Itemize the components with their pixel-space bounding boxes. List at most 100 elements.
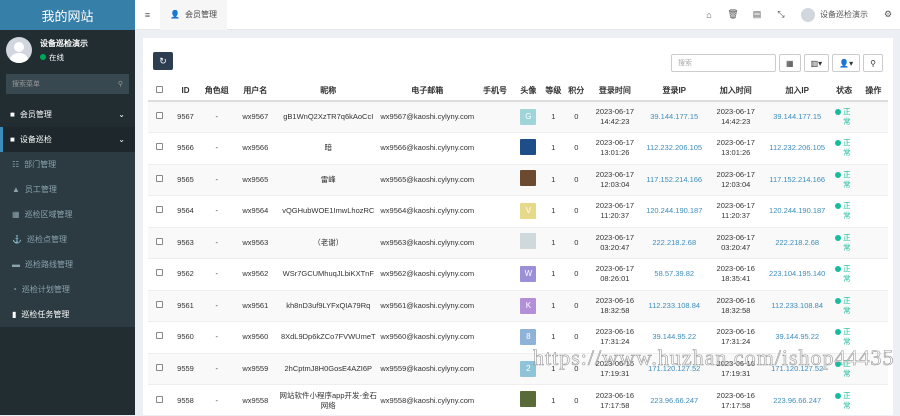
row-checkbox[interactable] bbox=[148, 227, 171, 259]
status-dot-icon bbox=[835, 140, 841, 146]
col-id[interactable]: ID bbox=[171, 81, 200, 101]
cell-operate bbox=[859, 290, 888, 322]
join-ip-link[interactable]: 117.152.214.166 bbox=[769, 175, 825, 184]
cell-email: wx9567@kaoshi.cylyny.com bbox=[379, 101, 475, 133]
export-button[interactable]: 👤▾ bbox=[832, 54, 860, 72]
cell-login-time: 2023-06-17 14:42:23 bbox=[588, 101, 642, 133]
row-checkbox[interactable] bbox=[148, 259, 171, 291]
login-ip-link[interactable]: 39.144.177.15 bbox=[650, 112, 698, 121]
select-all-checkbox[interactable] bbox=[148, 81, 171, 101]
avatar[interactable] bbox=[520, 233, 536, 249]
col-avatar: 头像 bbox=[515, 81, 542, 101]
login-ip-link[interactable]: 58.57.39.82 bbox=[654, 269, 694, 278]
join-ip-link[interactable]: 112.233.108.84 bbox=[771, 301, 823, 310]
row-checkbox[interactable] bbox=[148, 101, 171, 133]
join-ip-link[interactable]: 223.96.66.247 bbox=[773, 396, 821, 405]
cell-username: wx9565 bbox=[233, 164, 277, 196]
user-menu[interactable]: 设备巡检演示 bbox=[793, 8, 876, 22]
trash-icon[interactable]: 🗑 bbox=[721, 9, 745, 20]
cell-email: wx9565@kaoshi.cylyny.com bbox=[379, 164, 475, 196]
cell-status: 正常 bbox=[830, 133, 859, 165]
cell-join-time: 2023-06-17 12:03:04 bbox=[707, 164, 765, 196]
row-checkbox[interactable] bbox=[148, 322, 171, 354]
search-icon[interactable]: ⚲ bbox=[118, 80, 123, 88]
cell-group: - bbox=[200, 227, 233, 259]
status-dot-icon bbox=[835, 266, 841, 272]
sidebar-subitem[interactable]: ◔巡检计划管理 bbox=[0, 277, 135, 302]
row-checkbox[interactable] bbox=[148, 196, 171, 228]
avatar[interactable]: W bbox=[520, 266, 536, 282]
sidebar-item-member[interactable]: ■会员管理 ⌄ bbox=[0, 102, 135, 127]
login-ip-link[interactable]: 117.152.214.166 bbox=[646, 175, 702, 184]
col-login-time[interactable]: 登录时间 bbox=[588, 81, 642, 101]
chevron-down-icon: ⌄ bbox=[118, 135, 125, 144]
sidebar-subitem[interactable]: ▦巡检区域管理 bbox=[0, 202, 135, 227]
cell-username: wx9560 bbox=[233, 322, 277, 354]
sidebar-subitem[interactable]: ⚓巡检点管理 bbox=[0, 227, 135, 252]
menu-toggle-icon[interactable]: ≡ bbox=[135, 0, 160, 30]
avatar[interactable] bbox=[520, 170, 536, 186]
cell-avatar bbox=[515, 227, 542, 259]
row-checkbox[interactable] bbox=[148, 164, 171, 196]
fullscreen-icon[interactable]: ⤡ bbox=[769, 9, 793, 20]
avatar[interactable] bbox=[520, 139, 536, 155]
table-row: 9567-wx9567gB1WnQ2XzTR7q6kAoCcIwx9567@ka… bbox=[148, 101, 888, 133]
sidebar-subitem[interactable]: ☷部门管理 bbox=[0, 152, 135, 177]
cell-username: wx9567 bbox=[233, 101, 277, 133]
toggle-view-button[interactable]: ▦ bbox=[779, 54, 801, 72]
tab-member[interactable]: 👤会员管理 bbox=[160, 0, 227, 30]
top-navbar: ≡ 👤会员管理 ⌂ 🗑 ▤ ⤡ 设备巡检演示 ⚙ bbox=[135, 0, 900, 30]
row-checkbox[interactable] bbox=[148, 133, 171, 165]
avatar[interactable]: V bbox=[520, 203, 536, 219]
table-row: 9563-wx9563（老谢）wx9563@kaoshi.cylyny.com1… bbox=[148, 227, 888, 259]
status-dot-icon bbox=[835, 172, 841, 178]
row-checkbox[interactable] bbox=[148, 353, 171, 385]
cell-email: wx9560@kaoshi.cylyny.com bbox=[379, 322, 475, 354]
cell-score: 0 bbox=[565, 385, 588, 416]
join-ip-link[interactable]: 39.144.95.22 bbox=[775, 332, 819, 341]
login-ip-link[interactable]: 39.144.95.22 bbox=[652, 332, 696, 341]
sidebar-item-inspection[interactable]: ■设备巡检 ⌄ bbox=[0, 127, 135, 152]
gears-icon[interactable]: ⚙ bbox=[876, 9, 900, 20]
cell-level: 1 bbox=[542, 385, 565, 416]
cell-status: 正常 bbox=[830, 385, 859, 416]
avatar[interactable]: 8 bbox=[520, 329, 536, 345]
cell-status: 正常 bbox=[830, 164, 859, 196]
avatar[interactable]: K bbox=[520, 298, 536, 314]
cell-id: 9564 bbox=[171, 196, 200, 228]
search-toggle-button[interactable]: ⚲ bbox=[863, 54, 883, 72]
login-ip-link[interactable]: 120.244.190.187 bbox=[646, 206, 702, 215]
login-ip-link[interactable]: 112.232.206.105 bbox=[646, 143, 702, 152]
join-ip-link[interactable]: 39.144.177.15 bbox=[773, 112, 821, 121]
row-checkbox[interactable] bbox=[148, 290, 171, 322]
sidebar-subitem[interactable]: ▬巡检路线管理 bbox=[0, 252, 135, 277]
site-logo[interactable]: 我的网站 bbox=[0, 0, 135, 30]
login-ip-link[interactable]: 112.233.108.84 bbox=[648, 301, 700, 310]
join-ip-link[interactable]: 120.244.190.187 bbox=[769, 206, 825, 215]
columns-button[interactable]: ▥▾ bbox=[804, 54, 830, 72]
row-checkbox[interactable] bbox=[148, 385, 171, 416]
avatar[interactable]: G bbox=[520, 109, 536, 125]
home-icon[interactable]: ⌂ bbox=[697, 10, 721, 20]
sidebar-subitem[interactable]: ▮巡检任务管理 bbox=[0, 302, 135, 327]
join-ip-link[interactable]: 222.218.2.68 bbox=[775, 238, 819, 247]
cell-score: 0 bbox=[565, 133, 588, 165]
translate-icon[interactable]: ▤ bbox=[745, 9, 769, 20]
online-dot-icon bbox=[40, 54, 46, 60]
sidebar-search-input[interactable]: 搜索菜单⚲ bbox=[6, 74, 129, 94]
search-input[interactable]: 搜索 bbox=[671, 54, 776, 72]
user-status: 在线 bbox=[40, 52, 88, 63]
cell-score: 0 bbox=[565, 101, 588, 133]
join-ip-link[interactable]: 112.232.206.105 bbox=[769, 143, 825, 152]
col-join-time[interactable]: 加入时间 bbox=[707, 81, 765, 101]
join-ip-link[interactable]: 223.104.195.140 bbox=[769, 269, 825, 278]
avatar[interactable] bbox=[520, 391, 536, 407]
refresh-button[interactable]: ↻ bbox=[153, 52, 173, 70]
login-ip-link[interactable]: 223.96.66.247 bbox=[650, 396, 698, 405]
avatar bbox=[6, 37, 32, 63]
login-ip-link[interactable]: 222.218.2.68 bbox=[652, 238, 696, 247]
cell-login-time: 2023-06-17 11:20:37 bbox=[588, 196, 642, 228]
cell-username: wx9564 bbox=[233, 196, 277, 228]
cell-login-ip: 117.152.214.166 bbox=[642, 164, 707, 196]
sidebar-subitem[interactable]: ▲员工管理 bbox=[0, 177, 135, 202]
